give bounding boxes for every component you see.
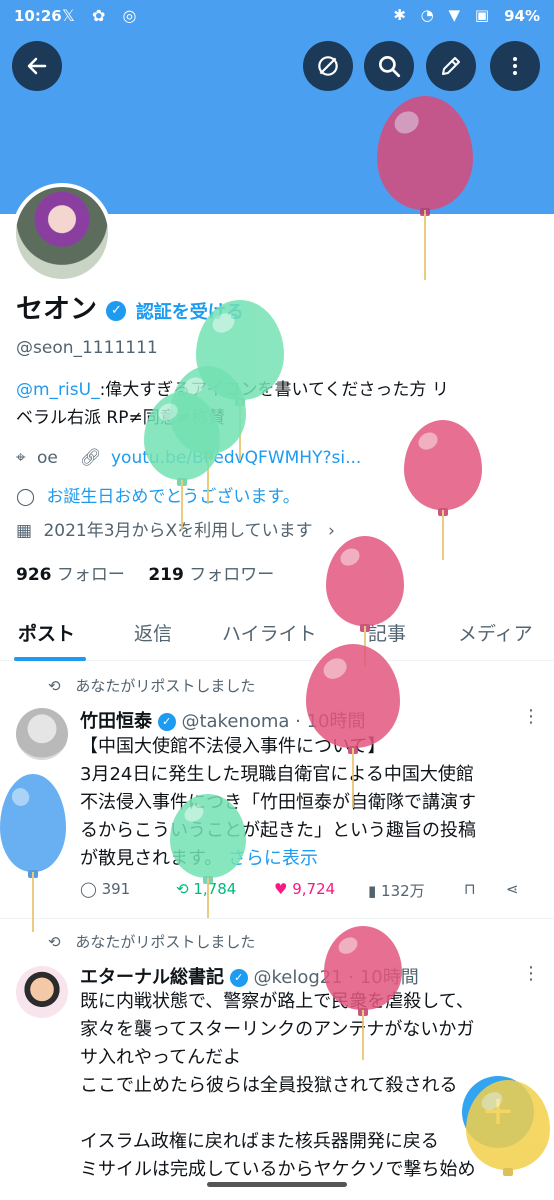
following-label: フォロー <box>56 565 125 585</box>
divider <box>0 918 554 919</box>
profile-tabs: ポスト 返信 ハイライト 記事 メディア <box>0 605 554 661</box>
views-icon: ▮ <box>368 882 377 900</box>
verified-badge-icon: ✓ <box>157 713 176 731</box>
heart-icon: ♥ <box>274 880 288 898</box>
birthday-row: ◯ お誕生日おめでとうございます。 <box>16 482 300 507</box>
balloon <box>170 794 246 918</box>
tab-media[interactable]: メディア <box>458 619 533 646</box>
bookmark-icon: ⊓ <box>464 880 476 898</box>
balloon <box>306 644 400 808</box>
more-button[interactable] <box>490 41 540 91</box>
repost-icon: ⟲ <box>176 880 189 898</box>
reply-count: 391 <box>101 880 131 898</box>
post-actions: ◯ 391 ⟲ 1,784 ♥ 9,724 ▮ 132万 ⊓ ⋖ <box>80 880 530 904</box>
profile-name: セオン <box>16 294 97 325</box>
post-line: ミサイルは完成しているからヤケクソで撃ち始め <box>80 1159 476 1180</box>
balloon <box>404 420 482 560</box>
bio-mention-link[interactable]: @m_risU_ <box>16 380 100 400</box>
share-button[interactable]: ⋖ <box>506 880 519 898</box>
followers-count: 219 <box>148 565 184 585</box>
author-avatar[interactable] <box>16 966 68 1018</box>
tab-replies[interactable]: 返信 <box>134 619 172 646</box>
grok-button[interactable] <box>303 41 353 91</box>
joined-text: 2021年3月からXを利用しています <box>43 521 313 541</box>
balloon-icon: ◯ <box>16 487 36 507</box>
verified-badge-icon: ✓ <box>229 969 248 987</box>
back-button[interactable] <box>12 41 62 91</box>
search-button[interactable] <box>364 41 414 91</box>
tab-posts[interactable]: ポスト <box>18 619 75 646</box>
arrow-left-icon <box>27 57 47 75</box>
location-text: oe <box>36 448 58 468</box>
verified-badge-icon: ✓ <box>106 300 127 321</box>
calendar-icon: ▦ <box>16 521 33 541</box>
like-count: 9,724 <box>292 880 336 898</box>
view-count: 132万 <box>381 882 425 900</box>
battery-level: 94% <box>504 7 540 25</box>
repost-icon: ⟲ <box>48 677 61 695</box>
location-row: ⌖ oe <box>16 448 58 468</box>
post-more-button[interactable]: ⋮ <box>522 963 540 984</box>
following-link[interactable]: 926 フォロー <box>16 565 125 585</box>
post-line: サ入れやってんだよ <box>80 1047 242 1068</box>
post-line: 【中国大使館不法侵入事件について】 <box>80 736 386 757</box>
repost-indicator: ⟲ あなたがリポストしました <box>48 931 255 952</box>
link-icon: 🔗︎ <box>80 448 102 468</box>
profile-handle: @seon_1111111 <box>16 338 158 358</box>
repost-label: あなたがリポストしました <box>75 933 256 951</box>
profile-bio: @m_risU_:偉大すぎるアイコンを書いてくださった方 リ ベラル右派 RP≠… <box>16 376 546 432</box>
repost-icon: ⟲ <box>48 933 61 951</box>
author-handle: @takenoma <box>181 711 290 732</box>
balloon <box>324 926 402 1060</box>
balloon <box>0 774 66 932</box>
follow-stats: 926 フォロー 219 フォロワー <box>16 560 274 585</box>
balloon <box>377 96 473 280</box>
author-name[interactable]: 竹田恒泰 <box>80 711 152 732</box>
post-line: 家々を襲ってスターリンクのアンテナがないかガ <box>80 1019 475 1040</box>
location-pin-icon: ⌖ <box>16 448 26 468</box>
notification-icons: 𝕏 ✿ ◎ <box>62 6 143 25</box>
more-vertical-icon <box>513 57 517 75</box>
status-bar: 10:26 𝕏 ✿ ◎ ✱ ◔ ▼ ▣ 94% <box>0 0 554 33</box>
author-avatar[interactable] <box>16 708 68 760</box>
reply-icon: ◯ <box>80 880 97 898</box>
post-line: 3月24日に発生した現職自衛官による中国大使館 <box>80 764 474 785</box>
pencil-icon <box>442 57 460 75</box>
following-count: 926 <box>16 565 52 585</box>
post-body[interactable]: 【中国大使館不法侵入事件について】 3月24日に発生した現職自衛官による中国大使… <box>80 733 546 873</box>
balloon <box>466 1080 550 1176</box>
post-line: 不法侵入事件につき「竹田恒泰が自衛隊で講演す <box>80 792 476 813</box>
profile-avatar[interactable] <box>12 183 112 283</box>
search-icon <box>378 55 401 78</box>
post-more-button[interactable]: ⋮ <box>522 706 540 727</box>
repost-label: あなたがリポストしました <box>75 677 256 695</box>
gesture-bar <box>207 1182 347 1187</box>
post-line: 既に内戦状態で、警察が路上で民衆を虐殺して、 <box>80 991 474 1012</box>
slash-circle-icon <box>318 56 338 76</box>
author-name[interactable]: エターナル総書記 <box>80 967 224 988</box>
system-icons: ✱ ◔ ▼ ▣ <box>393 6 494 24</box>
joined-row[interactable]: ▦ 2021年3月からXを利用しています › <box>16 516 335 541</box>
repost-count: 1,784 <box>193 880 237 898</box>
share-icon: ⋖ <box>506 880 519 898</box>
active-tab-indicator <box>14 657 86 661</box>
bookmark-button[interactable]: ⊓ <box>464 880 476 898</box>
tab-highlights[interactable]: ハイライト <box>222 619 317 646</box>
balloon <box>144 392 220 530</box>
views-button[interactable]: ▮ 132万 <box>368 880 425 901</box>
birthday-text: お誕生日おめでとうございます。 <box>46 487 300 507</box>
status-time: 10:26 <box>14 7 62 25</box>
repost-indicator: ⟲ あなたがリポストしました <box>48 675 255 696</box>
like-button[interactable]: ♥ 9,724 <box>274 880 335 898</box>
followers-label: フォロワー <box>189 565 275 585</box>
balloon <box>326 536 404 666</box>
reply-button[interactable]: ◯ 391 <box>80 880 130 898</box>
chevron-right-icon: › <box>328 521 335 541</box>
compose-button[interactable] <box>426 41 476 91</box>
post-line: るからこういうことが起きた」という趣旨の投稿 <box>80 820 476 841</box>
followers-link[interactable]: 219 フォロワー <box>148 565 274 585</box>
